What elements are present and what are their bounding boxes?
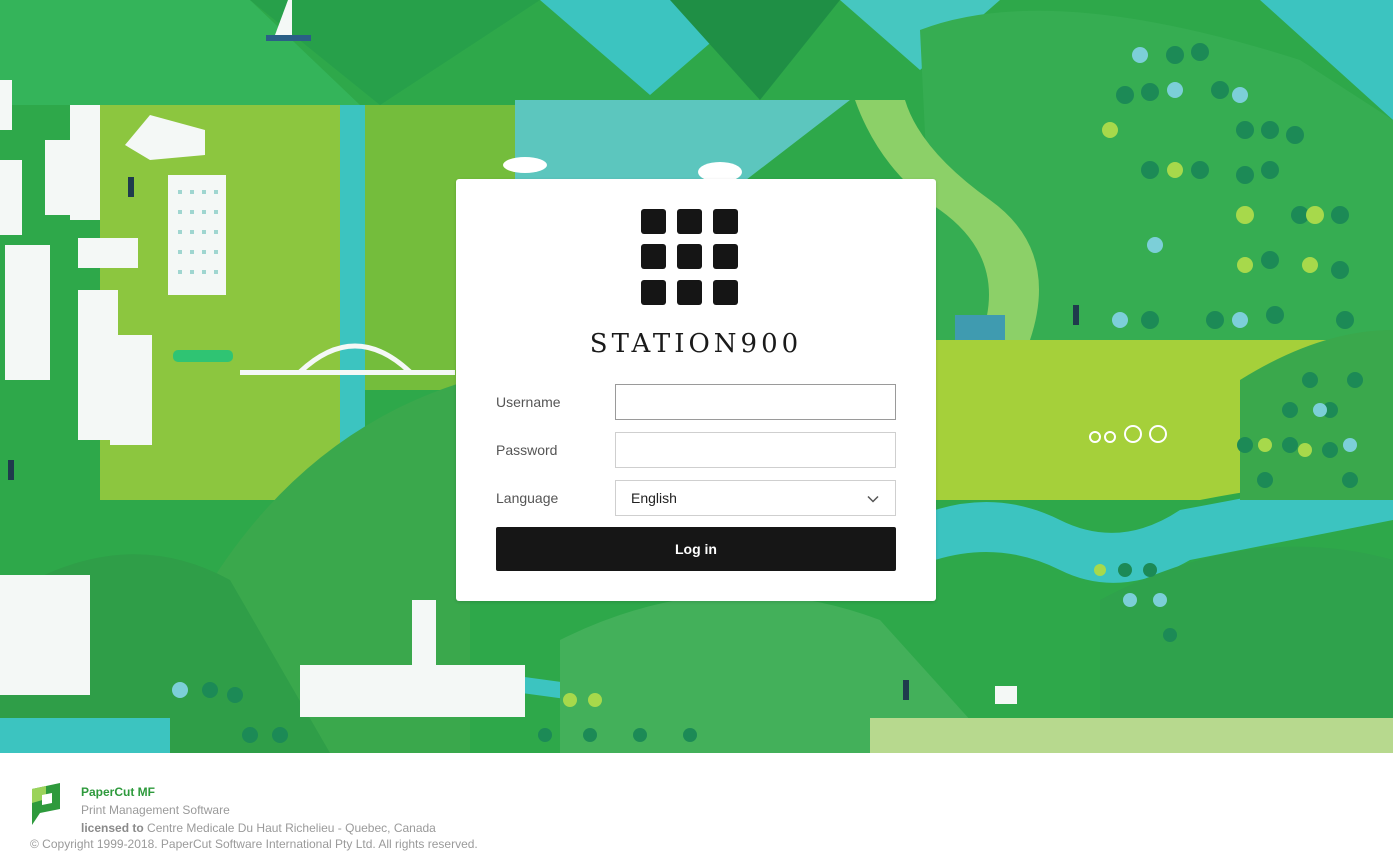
password-row: Password bbox=[496, 432, 896, 468]
password-label: Password bbox=[496, 442, 558, 458]
chevron-down-icon bbox=[867, 495, 879, 503]
station900-grid-logo-icon bbox=[641, 209, 738, 305]
username-input[interactable] bbox=[615, 384, 896, 420]
login-card: STATION900 Username Password Language En… bbox=[456, 179, 936, 601]
password-input[interactable] bbox=[615, 432, 896, 468]
papercut-logo-icon bbox=[32, 783, 60, 825]
language-label: Language bbox=[496, 490, 559, 506]
licensee-name: Centre Medicale Du Haut Richelieu - Queb… bbox=[147, 821, 436, 835]
username-label: Username bbox=[496, 394, 561, 410]
licensed-label: licensed to bbox=[81, 821, 144, 835]
language-select[interactable]: English bbox=[615, 480, 896, 516]
brand-name: STATION900 bbox=[589, 329, 803, 359]
footer-info: PaperCut MF Print Management Software li… bbox=[81, 783, 436, 837]
license-line: licensed to Centre Medicale Du Haut Rich… bbox=[81, 819, 436, 837]
footer: PaperCut MF Print Management Software li… bbox=[0, 753, 1393, 866]
product-tagline: Print Management Software bbox=[81, 803, 230, 817]
login-button[interactable]: Log in bbox=[496, 527, 896, 571]
copyright-text: © Copyright 1999-2018. PaperCut Software… bbox=[30, 837, 478, 851]
language-row: Language English bbox=[496, 480, 896, 516]
language-selected-value: English bbox=[631, 490, 677, 506]
username-row: Username bbox=[496, 384, 896, 420]
product-name: PaperCut MF bbox=[81, 785, 156, 799]
